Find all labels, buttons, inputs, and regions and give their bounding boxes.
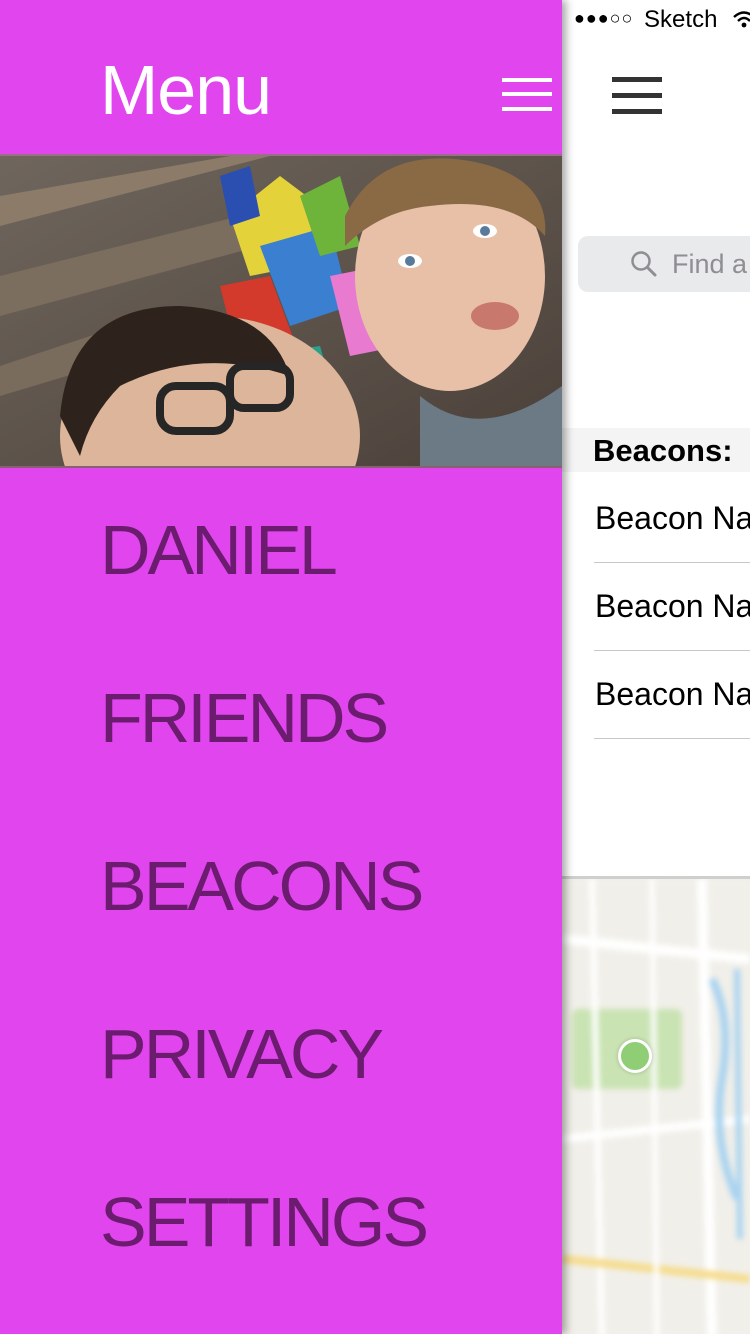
menu-item-beacons[interactable]: BEACONS [100, 846, 424, 926]
map-view[interactable] [562, 876, 750, 1334]
search-icon [630, 250, 658, 283]
main-screen: ●●●○○ Sketch Beacons: Beacon Na Beaco [562, 0, 750, 1334]
main-menu-icon[interactable] [612, 75, 662, 115]
beacon-name: Beacon Na [595, 676, 750, 712]
close-menu-icon[interactable] [502, 78, 552, 114]
menu-item-friends[interactable]: FRIENDS [100, 678, 389, 758]
side-drawer: Menu DANIEL FRIENDS BEACONS PRIVACY SETT… [0, 0, 562, 1334]
profile-photo [0, 154, 562, 468]
section-title: Beacons: [593, 433, 733, 468]
menu-item-privacy[interactable]: PRIVACY [100, 1014, 384, 1094]
status-bar: ●●●○○ Sketch [574, 6, 750, 36]
wifi-icon [732, 9, 750, 37]
beacons-section-header: Beacons: [562, 428, 750, 472]
search-bar[interactable] [578, 236, 750, 292]
beacon-name: Beacon Na [595, 500, 750, 536]
beacon-row[interactable]: Beacon Na [594, 650, 750, 739]
beacon-row[interactable]: Beacon Na [594, 562, 750, 651]
map-pin-icon[interactable] [618, 1039, 652, 1073]
search-input[interactable] [672, 246, 750, 282]
drawer-title: Menu [100, 51, 272, 129]
signal-strength: ●●●○○ [574, 8, 634, 28]
menu-item-daniel[interactable]: DANIEL [100, 510, 338, 590]
beacon-row[interactable]: Beacon Na [594, 474, 750, 563]
beacon-name: Beacon Na [595, 588, 750, 624]
map-tiles [562, 879, 750, 1334]
menu-item-settings[interactable]: SETTINGS [100, 1182, 429, 1262]
carrier-name: Sketch [644, 6, 718, 33]
